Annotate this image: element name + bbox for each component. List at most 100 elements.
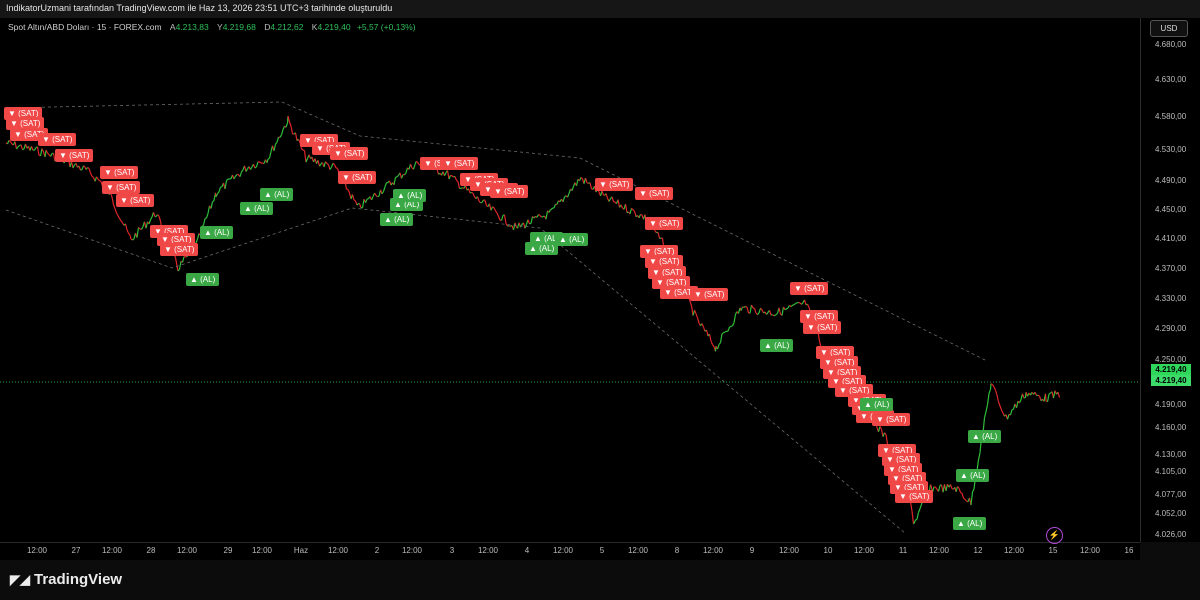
price-segment (689, 300, 693, 306)
price-segment (999, 405, 1003, 411)
price-segment (356, 203, 359, 206)
price-segment (775, 312, 778, 316)
tradingview-brand: ◤◢ TradingView (10, 571, 122, 588)
price-segment (226, 178, 229, 181)
sell-signal-label: ▼ (SAT) (338, 171, 377, 184)
price-segment (991, 384, 995, 388)
price-segment (366, 198, 369, 200)
sell-signal-label: ▼ (SAT) (160, 243, 199, 256)
price-segment (149, 216, 153, 221)
price-segment (530, 216, 534, 224)
symbol-label[interactable]: Spot Altın/ABD Doları · 15 · FOREX.com (8, 22, 162, 32)
close-price-tag: 4.219,40 (1151, 375, 1191, 386)
time-tick-label: 12:00 (176, 546, 198, 555)
high-value: 4.219,68 (222, 22, 256, 32)
price-segment (174, 257, 178, 266)
price-segment (33, 147, 37, 151)
buy-signal-label: ▲ (AL) (760, 339, 794, 352)
price-tick-label: 4.530,00 (1155, 145, 1187, 154)
price-tick-label: 4.105,00 (1155, 467, 1187, 476)
price-segment (393, 177, 397, 185)
price-segment (148, 219, 152, 225)
price-segment (49, 153, 53, 157)
price-segment (36, 146, 40, 156)
lightning-icon[interactable]: ⚡ (1046, 527, 1063, 544)
price-segment (88, 168, 92, 174)
price-segment (202, 218, 206, 226)
time-tick-label: 12:00 (327, 546, 349, 555)
price-segment (158, 216, 162, 222)
price-segment (690, 305, 694, 316)
price-segment (496, 212, 500, 217)
price-segment (917, 508, 921, 513)
price-segment (10, 141, 13, 145)
price-segment (267, 157, 270, 160)
price-segment (657, 232, 661, 239)
price-segment (801, 302, 804, 305)
price-segment (415, 160, 418, 163)
price-segment (695, 313, 699, 318)
price-segment (1000, 409, 1004, 414)
time-tick-label: 12 (973, 546, 983, 555)
price-segment (731, 322, 735, 327)
price-segment (266, 159, 269, 164)
price-segment (210, 201, 214, 209)
low-value: 4.212,62 (270, 22, 304, 32)
price-segment (120, 220, 124, 224)
price-tick-label: 4.077,00 (1155, 490, 1187, 499)
price-segment (1038, 395, 1042, 401)
price-segment (1021, 393, 1025, 399)
price-segment (1044, 393, 1047, 402)
time-tick-label: 12:00 (627, 546, 649, 555)
price-segment (971, 488, 975, 493)
price-segment (1046, 393, 1050, 402)
price-segment (112, 204, 116, 209)
time-tick-label: 12:00 (26, 546, 48, 555)
price-axis[interactable] (1140, 18, 1200, 542)
price-chart[interactable] (0, 18, 1140, 542)
price-segment (601, 190, 605, 196)
price-segment (792, 304, 795, 306)
time-tick-label: 29 (223, 546, 233, 555)
time-tick-label: 12:00 (853, 546, 875, 555)
price-segment (608, 198, 612, 202)
price-segment (333, 164, 337, 169)
price-segment (705, 329, 709, 337)
buy-signal-label: ▲ (AL) (956, 469, 990, 482)
last-price-tag: 4.219,40 (1151, 364, 1191, 375)
price-segment (702, 326, 706, 332)
currency-button[interactable]: USD (1150, 20, 1188, 37)
price-segment (117, 215, 121, 219)
price-segment (740, 306, 744, 311)
price-segment (729, 325, 732, 328)
time-tick-label: 12:00 (552, 546, 574, 555)
buy-signal-label: ▲ (AL) (555, 233, 589, 246)
price-segment (96, 176, 99, 180)
price-tick-label: 4.052,00 (1155, 509, 1187, 518)
price-segment (724, 330, 727, 333)
price-segment (241, 169, 244, 173)
price-segment (1009, 409, 1013, 416)
time-tick-label: 2 (374, 546, 380, 555)
price-segment (302, 149, 305, 152)
price-segment (317, 160, 321, 167)
price-segment (145, 221, 149, 229)
price-segment (196, 233, 200, 240)
price-segment (996, 395, 1000, 402)
price-segment (781, 306, 785, 316)
price-segment (960, 492, 963, 494)
price-segment (370, 196, 374, 201)
price-segment (239, 171, 243, 177)
price-tick-label: 4.250,00 (1155, 355, 1187, 364)
chart-canvas[interactable] (0, 18, 1140, 542)
price-segment (472, 192, 476, 198)
footer-bar (0, 560, 1200, 600)
price-tick-label: 4.630,00 (1155, 75, 1187, 84)
price-segment (404, 172, 407, 176)
time-tick-label: 15 (1048, 546, 1058, 555)
price-segment (129, 235, 132, 240)
price-segment (119, 218, 122, 221)
time-tick-label: 28 (146, 546, 156, 555)
price-segment (254, 166, 257, 169)
price-tick-label: 4.410,00 (1155, 234, 1187, 243)
